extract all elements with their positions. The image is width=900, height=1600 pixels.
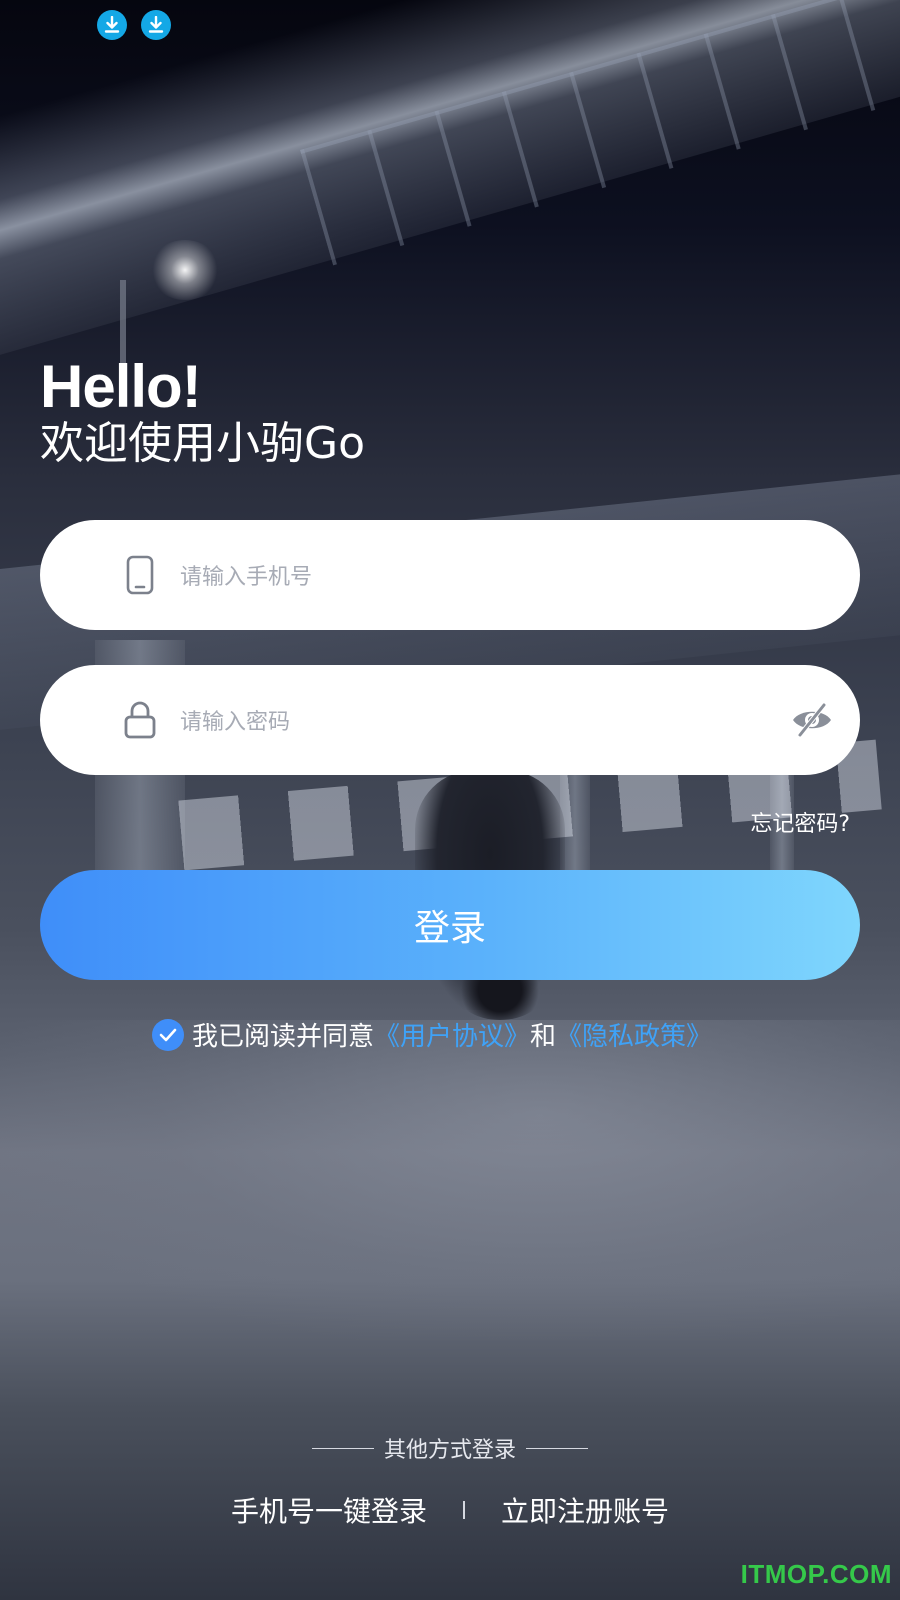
welcome-heading: 欢迎使用小驹Go [40,418,366,469]
download-icon [141,10,171,40]
hello-heading: Hello! [40,353,202,420]
password-placeholder: 请输入密码 [180,710,291,735]
streetlight [150,240,220,300]
agreement-row: 我已阅读并同意 《用户协议》 和 《隐私政策》 [152,1016,712,1053]
divider [311,1447,374,1449]
register-link[interactable]: 立即注册账号 [501,1490,669,1530]
eye-slash-icon[interactable] [790,698,834,742]
divider [463,1501,465,1519]
agreement-and: 和 [530,1022,557,1052]
login-button[interactable]: 登录 [40,870,860,980]
phone-placeholder: 请输入手机号 [180,565,313,590]
password-input[interactable]: 请输入密码 [40,665,860,775]
phone-icon [120,553,160,597]
other-login-options: 手机号一键登录 立即注册账号 [0,1490,900,1530]
lock-icon [120,698,160,742]
other-login-label: 其他方式登录 [383,1438,516,1463]
divider [526,1447,588,1449]
download-icon [97,10,127,40]
privacy-policy-link[interactable]: 《隐私政策》 [556,1016,712,1053]
one-click-login-link[interactable]: 手机号一键登录 [231,1490,427,1530]
status-bar-icons [97,10,171,40]
user-agreement-link[interactable]: 《用户协议》 [374,1016,530,1053]
phone-input[interactable]: 请输入手机号 [40,520,860,630]
forgot-password-link[interactable]: 忘记密码? [750,806,850,838]
agreement-text: 我已阅读并同意 [192,1022,375,1052]
agreement-checkbox[interactable] [152,1018,184,1051]
other-login-title: 其他方式登录 [0,1432,900,1464]
watermark: ITMOP.COM [740,1559,892,1589]
background-photo [0,0,900,1600]
road-glow [0,1020,900,1340]
